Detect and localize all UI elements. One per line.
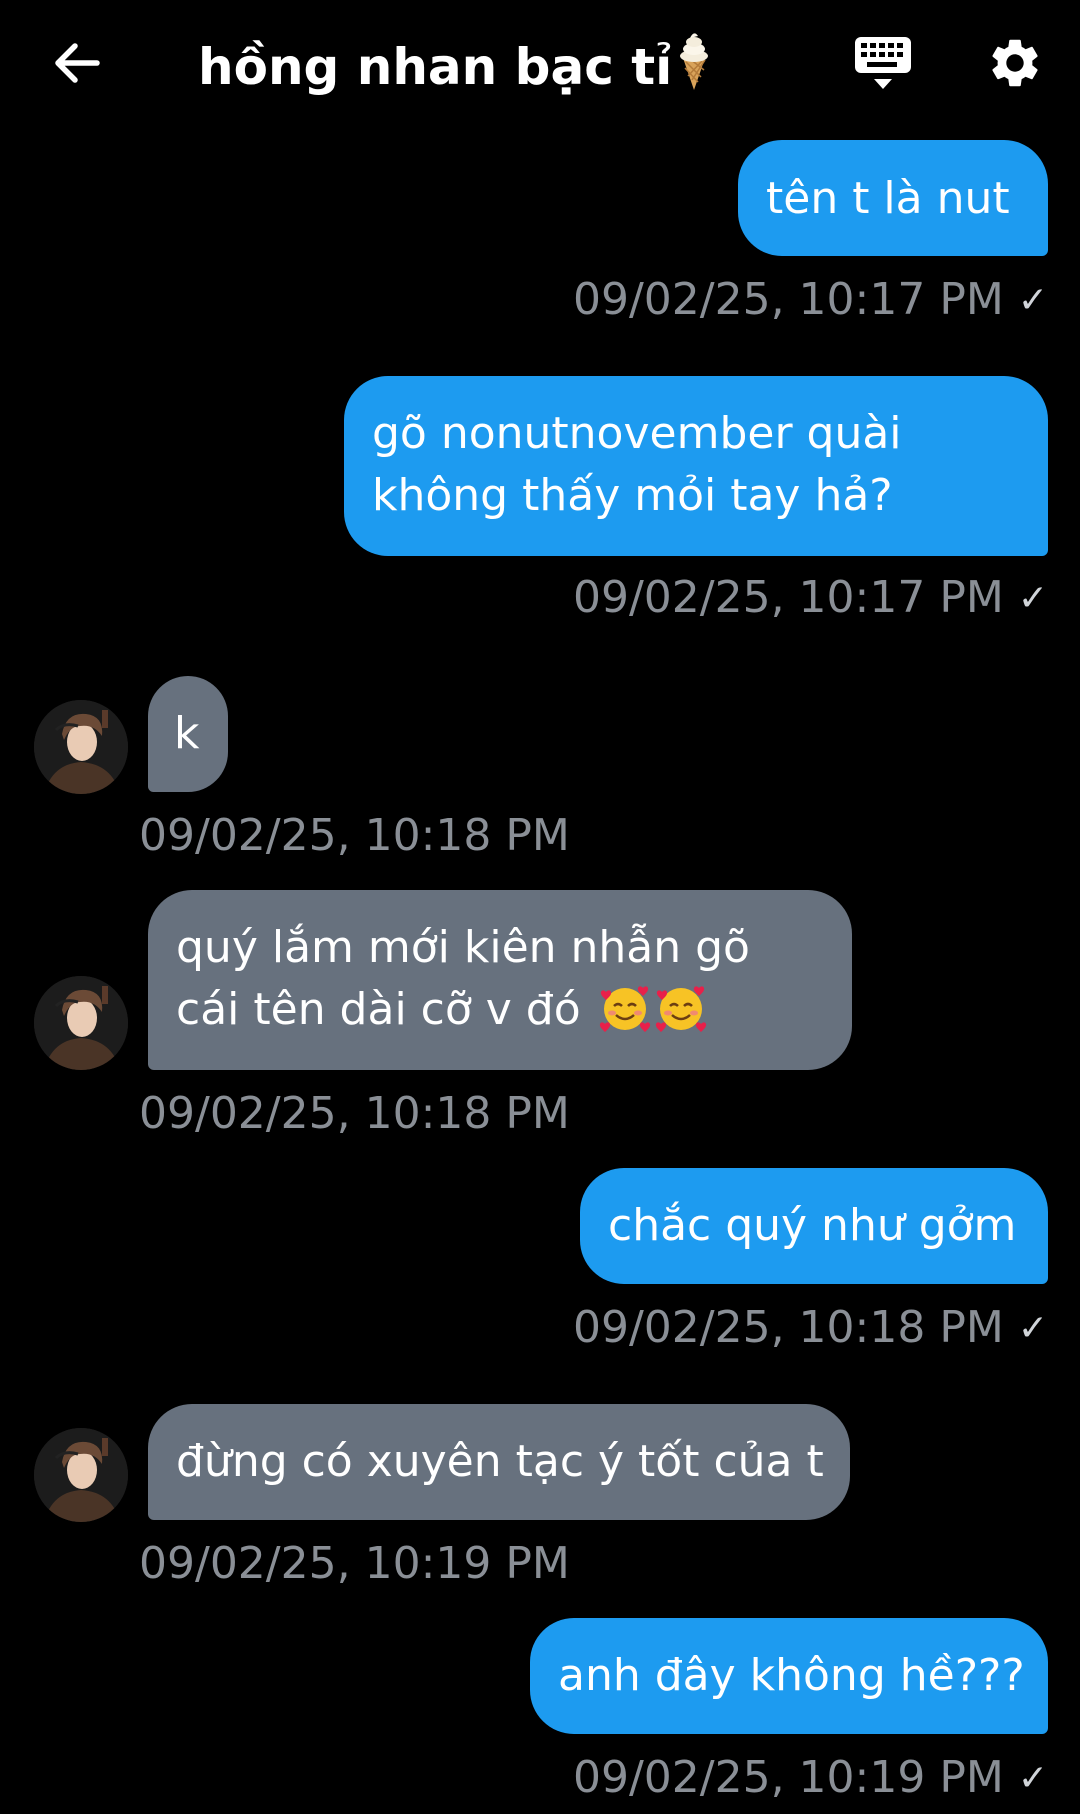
message-bubble-sent[interactable]: gõ nonutnovember quài không thấy mỏi tay… — [344, 376, 1048, 556]
message-bubble-sent[interactable]: anh đây không hề??? — [530, 1618, 1048, 1734]
message-text-line: cái tên dài cỡ v đó — [176, 979, 852, 1041]
timestamp-text: 09/02/25, 10:18 PM — [139, 1088, 570, 1139]
message-bubble-sent[interactable]: chắc quý như gởm — [580, 1168, 1048, 1284]
contact-avatar[interactable] — [34, 1428, 128, 1522]
settings-button[interactable] — [980, 28, 1050, 98]
timestamp-text: 09/02/25, 10:19 PM — [139, 1538, 570, 1589]
chat-title: hồng nhan bạc tỉ — [198, 30, 714, 100]
contact-avatar-photo — [34, 1428, 128, 1522]
message-text-line: gõ nonutnovember quài — [372, 408, 902, 459]
contact-avatar-photo — [34, 700, 128, 794]
message-text: tên t là nut — [766, 173, 1010, 224]
timestamp-text: 09/02/25, 10:17 PM — [572, 572, 1004, 623]
message-bubble-received[interactable]: k — [148, 676, 228, 792]
keyboard-button[interactable] — [846, 30, 920, 96]
message-timestamp: 09/02/25, 10:17 PM ✓ — [573, 570, 1048, 627]
message-bubble-sent[interactable]: tên t là nut — [738, 140, 1048, 256]
message-text: k — [174, 708, 200, 759]
read-check-icon: ✓ — [1017, 1308, 1048, 1349]
read-check-icon: ✓ — [1017, 1758, 1048, 1799]
timestamp-text: 09/02/25, 10:17 PM — [572, 274, 1004, 325]
timestamp-text: 09/02/25, 10:18 PM — [139, 810, 570, 861]
timestamp-text: 09/02/25, 10:18 PM — [572, 1302, 1004, 1353]
message-timestamp: 09/02/25, 10:17 PM ✓ — [573, 272, 1048, 329]
contact-avatar-photo — [34, 976, 128, 1070]
message-timestamp: 09/02/25, 10:18 PM — [139, 1086, 570, 1142]
timestamp-text: 09/02/25, 10:19 PM — [572, 1752, 1004, 1803]
contact-avatar[interactable] — [34, 700, 128, 794]
message-text: đừng có xuyên tạc ý tốt của t — [176, 1436, 824, 1487]
read-check-icon: ✓ — [1017, 578, 1048, 619]
message-timestamp: 09/02/25, 10:18 PM ✓ — [573, 1300, 1048, 1357]
message-timestamp: 09/02/25, 10:19 PM ✓ — [573, 1750, 1048, 1807]
soft-ice-cream-icon — [680, 33, 709, 90]
back-button[interactable] — [40, 26, 114, 100]
message-timestamp: 09/02/25, 10:18 PM — [139, 808, 570, 864]
smiling-face-with-hearts-icon — [655, 986, 706, 1032]
message-timestamp: 09/02/25, 10:19 PM — [139, 1536, 570, 1592]
message-text: chắc quý như gởm — [608, 1200, 1017, 1251]
read-check-icon: ✓ — [1017, 280, 1048, 321]
message-text: anh đây không hề??? — [558, 1650, 1025, 1701]
contact-avatar[interactable] — [34, 976, 128, 1070]
message-bubble-received[interactable]: đừng có xuyên tạc ý tốt của t — [148, 1404, 850, 1520]
message-text-line: quý lắm mới kiên nhẫn gõ — [176, 922, 750, 973]
smiling-face-with-hearts-icon — [599, 986, 650, 1032]
message-text: cái tên dài cỡ v đó — [176, 984, 581, 1035]
gear-icon — [992, 39, 1038, 87]
arrow-left-icon — [55, 43, 100, 83]
message-bubble-received[interactable]: quý lắm mới kiên nhẫn gõ cái tên dài cỡ … — [148, 890, 852, 1070]
chat-header: hồng nhan bạc tỉ — [0, 0, 1080, 126]
message-text-line: không thấy mỏi tay hả? — [372, 470, 893, 521]
keyboard-icon — [855, 37, 911, 89]
chat-title-text: hồng nhan bạc tỉ — [198, 38, 673, 96]
